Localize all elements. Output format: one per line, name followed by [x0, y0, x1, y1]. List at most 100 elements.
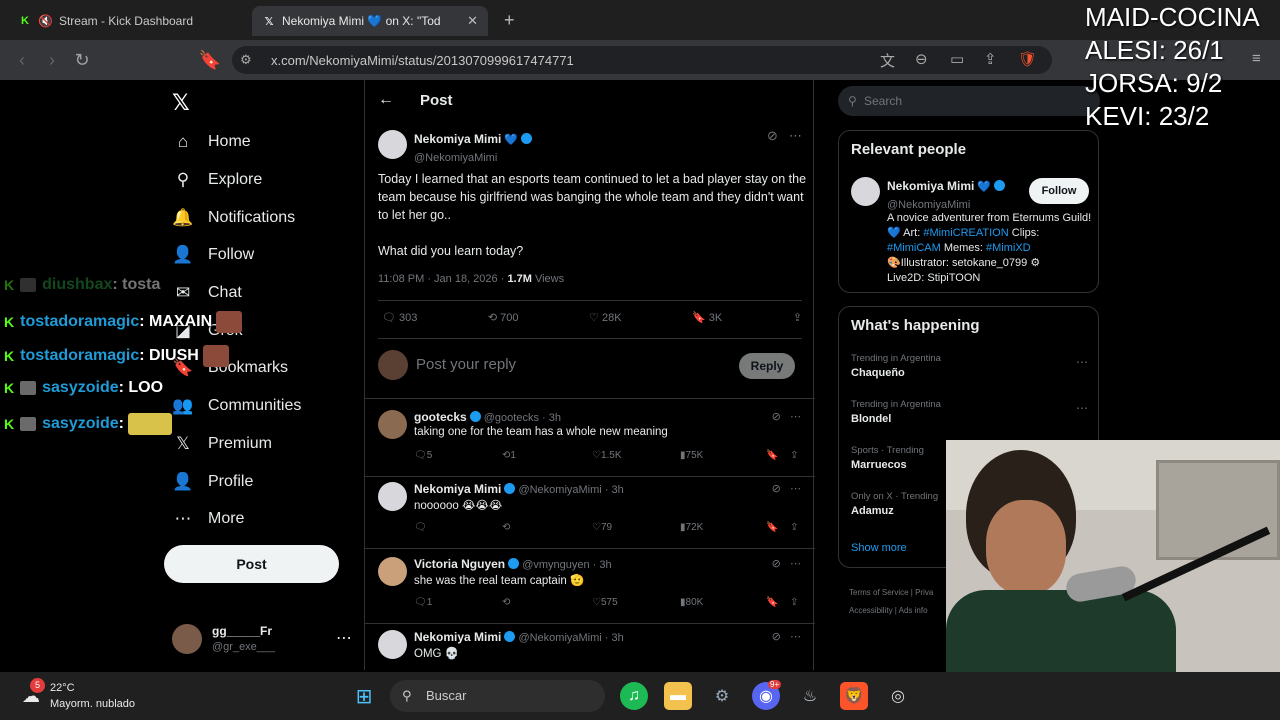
repost-action[interactable]: ⟲ — [502, 522, 510, 533]
reply-action[interactable]: 🗨 1 — [414, 597, 432, 608]
avatar[interactable] — [378, 410, 407, 439]
close-tab-icon[interactable]: ✕ — [467, 13, 478, 29]
reply-button[interactable]: Reply — [739, 353, 795, 379]
taskbar-search[interactable]: ⚲ Buscar — [390, 680, 605, 712]
site-info-icon[interactable]: ⚙ — [240, 52, 252, 68]
nav-more[interactable]: ⋯ More — [172, 505, 245, 533]
back-button[interactable]: ‹ — [10, 48, 34, 72]
avatar[interactable] — [378, 630, 407, 659]
settings-icon[interactable]: ⚙ — [708, 682, 736, 710]
windows-start-icon[interactable]: ⊞ — [350, 682, 378, 710]
reply-author-name[interactable]: Nekomiya Mimi — [414, 482, 501, 496]
bookmark-icon[interactable]: 🔖 — [766, 522, 778, 533]
forward-button[interactable]: › — [40, 48, 64, 72]
share-icon[interactable]: ⇪ — [790, 597, 798, 608]
zoom-icon[interactable]: ⊖ — [915, 50, 928, 68]
menu-icon[interactable]: ≡ — [1252, 50, 1261, 67]
like-action[interactable]: ♡ 1.5K — [592, 450, 622, 461]
nav-chat[interactable]: ✉ Chat — [172, 279, 242, 307]
more-dots-icon[interactable]: ⊘ ⋯ — [772, 630, 801, 643]
account-switcher[interactable]: gg_____Fr @gr_exe___ ⋯ — [172, 622, 352, 658]
relevant-person[interactable]: Nekomiya Mimi 💙 @NekomiyaMimi — [887, 177, 1006, 213]
share-icon[interactable]: ⇪ — [790, 450, 798, 461]
reply-author-name[interactable]: gootecks — [414, 410, 467, 424]
nav-communities[interactable]: 👥 Communities — [172, 392, 301, 420]
reload-button[interactable]: ↻ — [70, 48, 94, 72]
more-dots-icon[interactable]: ⊘ ⋯ — [772, 410, 801, 423]
more-dots-icon[interactable]: ⋯ — [1076, 355, 1088, 369]
nav-notifications[interactable]: 🔔 Notifications — [172, 204, 295, 232]
like-action[interactable]: ♡ 575 — [592, 597, 618, 608]
avatar[interactable] — [378, 557, 407, 586]
post-author-avatar[interactable] — [378, 130, 407, 159]
bookmark-action[interactable]: 🔖 3K — [692, 311, 722, 324]
obs-icon[interactable]: ◎ — [884, 682, 912, 710]
steam-icon[interactable]: ♨ — [796, 682, 824, 710]
bookmark-icon[interactable]: 🔖 — [766, 597, 778, 608]
avatar[interactable] — [378, 482, 407, 511]
views-action[interactable]: ▮ 80K — [680, 597, 703, 608]
tab-x-post[interactable]: 𝕏 Nekomiya Mimi 💙 on X: "Tod ✕ — [252, 6, 488, 36]
share-icon[interactable]: ⇪ — [793, 311, 802, 324]
x-logo-icon[interactable]: 𝕏 — [172, 90, 190, 116]
muted-speaker-icon[interactable]: 🔇 — [38, 14, 53, 28]
file-explorer-icon[interactable]: ▬ — [664, 682, 692, 710]
spotify-icon[interactable]: ♫ — [620, 682, 648, 710]
brave-shield-icon[interactable]: 🛡 — [1018, 50, 1037, 68]
more-dots-icon[interactable]: ⋯ — [336, 628, 352, 648]
nav-premium[interactable]: 𝕏 Premium — [172, 430, 272, 458]
footer-line[interactable]: Terms of Service | Priva — [849, 584, 933, 602]
share-icon[interactable]: ⇪ — [984, 50, 997, 68]
brave-browser-icon[interactable]: 🦁 — [840, 682, 868, 710]
new-tab-button[interactable]: + — [504, 10, 515, 31]
trend-item[interactable]: Only on X · Trending Adamuz — [851, 491, 938, 517]
trend-item[interactable]: Trending in Argentina Chaqueño — [851, 353, 941, 379]
post-author-name[interactable]: Nekomiya Mimi — [414, 132, 501, 146]
search-input[interactable]: ⚲ Search — [838, 86, 1100, 116]
reply-action[interactable]: 🗨 5 — [414, 450, 432, 461]
reply-action[interactable]: 🗨 — [414, 522, 427, 533]
repost-action[interactable]: ⟲ 700 — [488, 311, 519, 324]
translate-icon[interactable]: 文 — [880, 50, 895, 71]
like-action[interactable]: ♡ 28K — [589, 311, 622, 324]
hashtag-link[interactable]: #MimiCAM — [887, 242, 941, 254]
trend-item[interactable]: Trending in Argentina Blondel — [851, 399, 941, 425]
share-icon[interactable]: ⇪ — [790, 522, 798, 533]
more-dots-icon[interactable]: ⊘ ⋯ — [772, 557, 801, 570]
nav-follow[interactable]: 👤 Follow — [172, 241, 254, 269]
nav-explore[interactable]: ⚲ Explore — [172, 166, 262, 194]
footer-line[interactable]: Accessibility | Ads info — [849, 602, 933, 620]
post-button[interactable]: Post — [164, 545, 339, 583]
follow-button[interactable]: Follow — [1029, 178, 1089, 204]
reply-action[interactable]: 🗨 303 — [382, 311, 417, 324]
trend-item[interactable]: Sports · Trending Marruecos — [851, 445, 924, 471]
repost-action[interactable]: ⟲ — [502, 597, 510, 608]
avatar[interactable] — [851, 177, 880, 206]
more-dots-icon[interactable]: ⊘ ⋯ — [772, 482, 801, 495]
bookmark-page-icon[interactable]: 🔖 — [198, 48, 222, 72]
grok-icon[interactable]: ⊘ — [767, 128, 778, 144]
hashtag-link[interactable]: #MimiCREATION — [923, 227, 1008, 239]
cast-icon[interactable]: ▭ — [950, 50, 964, 68]
show-more-link[interactable]: Show more — [851, 542, 907, 554]
more-dots-icon[interactable]: ⋯ — [1076, 401, 1088, 415]
views-action[interactable]: ▮ 72K — [680, 522, 703, 533]
views-action[interactable]: ▮ 75K — [680, 450, 703, 461]
url-text[interactable]: x.com/NekomiyaMimi/status/20130709996174… — [271, 53, 574, 68]
like-action[interactable]: ♡ 79 — [592, 522, 612, 533]
tab-kick-dashboard[interactable]: K 🔇 Stream - Kick Dashboard — [8, 6, 248, 36]
post-author-handle[interactable]: @NekomiyaMimi — [414, 152, 497, 164]
reply-author-name[interactable]: Nekomiya Mimi — [414, 630, 501, 644]
nav-home[interactable]: ⌂ Home — [172, 128, 251, 156]
post-timestamp[interactable]: 11:08 PM · Jan 18, 2026 · — [378, 273, 507, 285]
hashtag-link[interactable]: #MimiXD — [986, 242, 1031, 254]
nav-profile[interactable]: 👤 Profile — [172, 468, 253, 496]
back-arrow-icon[interactable]: ← — [378, 91, 394, 109]
reply-author-name[interactable]: Victoria Nguyen — [414, 557, 505, 571]
chat-message: Kdiushbax : tosta — [4, 276, 160, 294]
repost-action[interactable]: ⟲ 1 — [502, 450, 516, 461]
weather-widget[interactable]: 22°C Mayorm. nublado — [50, 680, 135, 712]
bookmark-icon[interactable]: 🔖 — [766, 450, 778, 461]
more-dots-icon[interactable]: ⋯ — [789, 128, 802, 144]
reply-input[interactable]: Post your reply — [416, 356, 516, 373]
